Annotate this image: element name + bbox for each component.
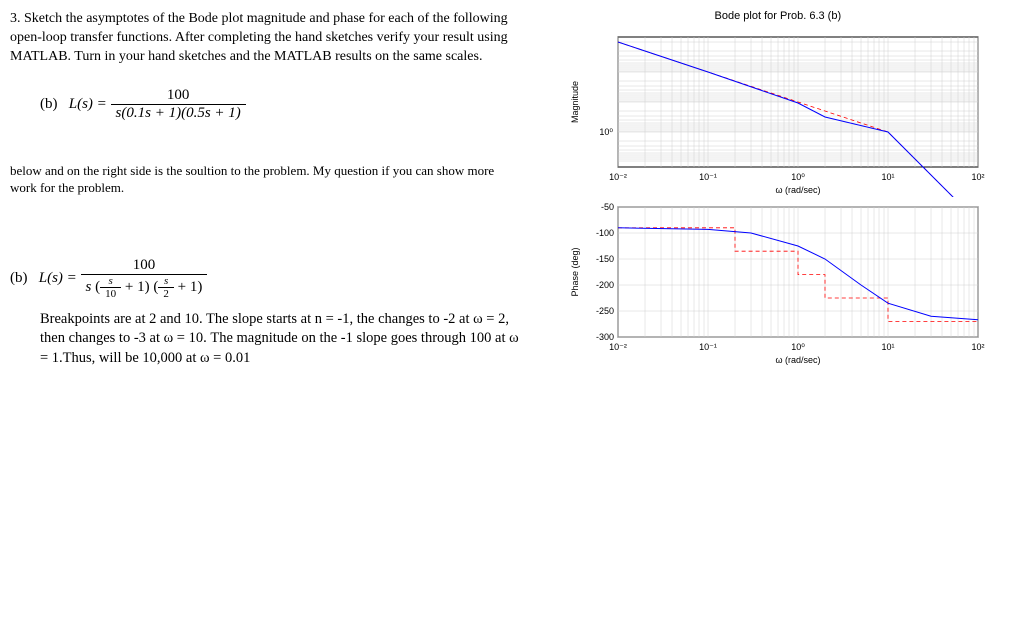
- solution-numerator: 100: [81, 257, 208, 275]
- svg-text:10⁰: 10⁰: [791, 172, 805, 182]
- phase-ylabel: Phase (deg): [570, 247, 580, 296]
- svg-text:10⁻¹: 10⁻¹: [699, 342, 717, 352]
- user-note: below and on the right side is the soult…: [10, 162, 522, 197]
- svg-text:-50: -50: [601, 202, 614, 212]
- bode-plots: Bode plot for Prob. 6.3 (b): [542, 10, 1014, 372]
- svg-text:10¹: 10¹: [881, 342, 894, 352]
- svg-text:-200: -200: [596, 280, 614, 290]
- formula-lhs: L(s) =: [69, 96, 111, 112]
- svg-text:10⁻²: 10⁻²: [609, 342, 627, 352]
- svg-text:-100: -100: [596, 228, 614, 238]
- problem-formula: (b) L(s) = 100 s(0.1s + 1)(0.5s + 1): [40, 87, 522, 122]
- formula-fraction: 100 s(0.1s + 1)(0.5s + 1): [111, 87, 246, 122]
- svg-text:10⁰: 10⁰: [791, 342, 805, 352]
- svg-text:-250: -250: [596, 306, 614, 316]
- svg-text:10¹: 10¹: [881, 172, 894, 182]
- svg-text:-150: -150: [596, 254, 614, 264]
- solution-part-label: (b): [10, 270, 28, 286]
- phase-xlabel: ω (rad/sec): [775, 355, 820, 365]
- svg-text:-300: -300: [596, 332, 614, 342]
- svg-text:10²: 10²: [971, 172, 984, 182]
- part-label: (b): [40, 96, 58, 112]
- formula-denominator: s(0.1s + 1)(0.5s + 1): [111, 105, 246, 122]
- problem-statement: 3. Sketch the asymptotes of the Bode plo…: [10, 10, 522, 67]
- solution-formula: (b) L(s) = 100 s (s10 + 1) (s2 + 1): [10, 257, 522, 300]
- solution-denominator: s (s10 + 1) (s2 + 1): [81, 275, 208, 300]
- solution-lhs: L(s) =: [39, 270, 81, 286]
- problem-number: 3.: [10, 11, 21, 26]
- phase-plot: -50 -100 -150 -200 -250 -300 10⁻² 10⁻¹ 1…: [563, 197, 993, 372]
- chart-title: Bode plot for Prob. 6.3 (b): [715, 10, 842, 22]
- mag-xlabel: ω (rad/sec): [775, 185, 820, 195]
- svg-text:10²: 10²: [971, 342, 984, 352]
- solution-explanation: Breakpoints are at 2 and 10. The slope s…: [40, 310, 522, 369]
- magnitude-plot: 10⁰ 10⁻² 10⁻¹ 10⁰ 10¹ 10² ω (rad/sec) Ma…: [563, 27, 993, 197]
- svg-text:10⁻²: 10⁻²: [609, 172, 627, 182]
- ytick-label: 10⁰: [599, 127, 613, 137]
- svg-text:10⁻¹: 10⁻¹: [699, 172, 717, 182]
- formula-numerator: 100: [111, 87, 246, 105]
- mag-ylabel: Magnitude: [570, 81, 580, 123]
- solution-fraction: 100 s (s10 + 1) (s2 + 1): [81, 257, 208, 300]
- problem-body: Sketch the asymptotes of the Bode plot m…: [10, 11, 508, 64]
